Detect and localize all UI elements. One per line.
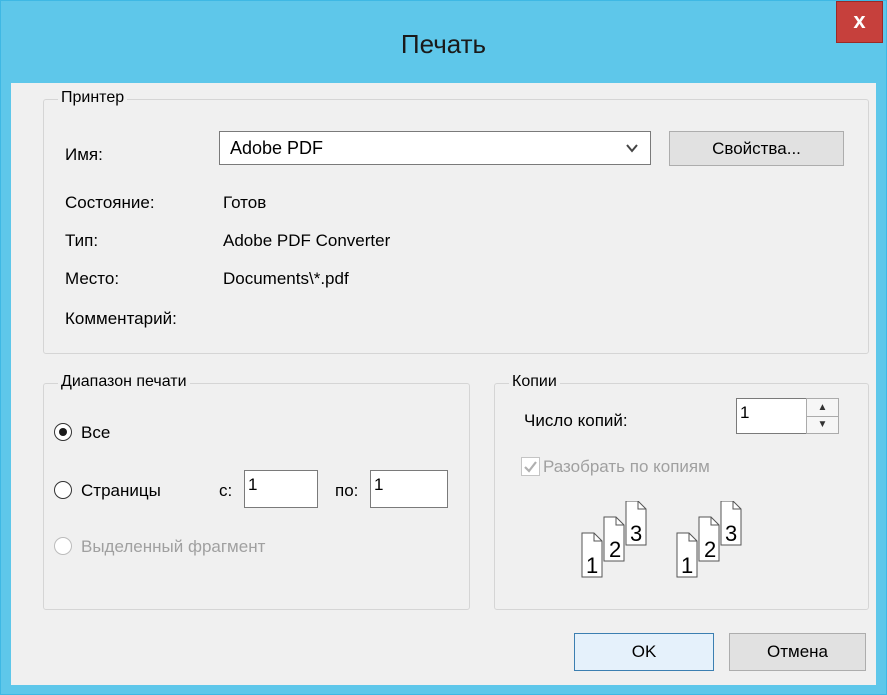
printer-type-value: Adobe PDF Converter: [223, 231, 391, 250]
range-pages-radio[interactable]: [54, 481, 72, 499]
collate-sheet-number-2: 2: [704, 537, 716, 562]
range-selection-radio: [54, 537, 72, 555]
close-button[interactable]: x: [836, 1, 883, 43]
range-from-input[interactable]: 1: [244, 470, 318, 508]
collate-sheet-number-2: 2: [609, 537, 621, 562]
copies-spinner[interactable]: ▲ ▼: [806, 398, 839, 434]
collate-sheet-number-1: 1: [681, 553, 693, 578]
printer-type-label: Тип:: [65, 231, 99, 250]
range-all-radio[interactable]: [54, 423, 72, 441]
chevron-down-icon: [626, 144, 638, 153]
range-to-input[interactable]: 1: [370, 470, 448, 508]
printer-status-label: Состояние:: [65, 193, 155, 212]
collate-stack-1: 1 2 3: [581, 501, 647, 578]
print-range-legend: Диапазон печати: [58, 373, 190, 391]
collate-stack-2: 1 2 3: [676, 501, 742, 578]
printer-group-legend: Принтер: [58, 89, 128, 107]
title-bar[interactable]: Печать x: [1, 1, 886, 83]
range-all-label[interactable]: Все: [81, 423, 110, 443]
printer-name-label: Имя:: [65, 145, 103, 164]
range-selection-label: Выделенный фрагмент: [81, 537, 266, 556]
collate-sheet-number-3: 3: [630, 521, 642, 546]
properties-button[interactable]: Свойства...: [669, 131, 844, 166]
printer-comment-label: Комментарий:: [65, 309, 177, 328]
range-from-label: с:: [219, 481, 233, 500]
collate-label: Разобрать по копиям: [543, 457, 710, 476]
collate-sheet-number-3: 3: [725, 521, 737, 546]
range-pages-label[interactable]: Страницы: [81, 481, 161, 501]
printer-name-value: Adobe PDF: [230, 138, 324, 158]
printer-status-value: Готов: [223, 193, 267, 212]
print-dialog-window: Печать x Принтер Имя: Adobe PDF Свойства…: [0, 0, 887, 695]
ok-button[interactable]: OK: [574, 633, 714, 671]
window-title: Печать: [400, 29, 487, 59]
printer-location-label: Место:: [65, 269, 120, 288]
checkmark-icon: [524, 461, 537, 473]
range-to-label: по:: [335, 481, 359, 500]
spin-up-icon[interactable]: ▲: [807, 399, 838, 417]
collate-illustration-icon: 1 2 3 1 2 3: [581, 501, 742, 578]
spin-down-icon[interactable]: ▼: [807, 416, 838, 433]
copies-count-input[interactable]: 1: [736, 398, 808, 434]
collate-checkbox: [521, 457, 540, 476]
printer-location-value: Documents\*.pdf: [223, 269, 349, 288]
collate-sheet-number-1: 1: [586, 553, 598, 578]
printer-name-select[interactable]: Adobe PDF: [219, 131, 651, 165]
copies-count-label: Число копий:: [524, 411, 628, 430]
dialog-body: Принтер Имя: Adobe PDF Свойства... Состо…: [11, 83, 876, 685]
cancel-button[interactable]: Отмена: [729, 633, 866, 671]
copies-legend: Копии: [509, 373, 560, 391]
